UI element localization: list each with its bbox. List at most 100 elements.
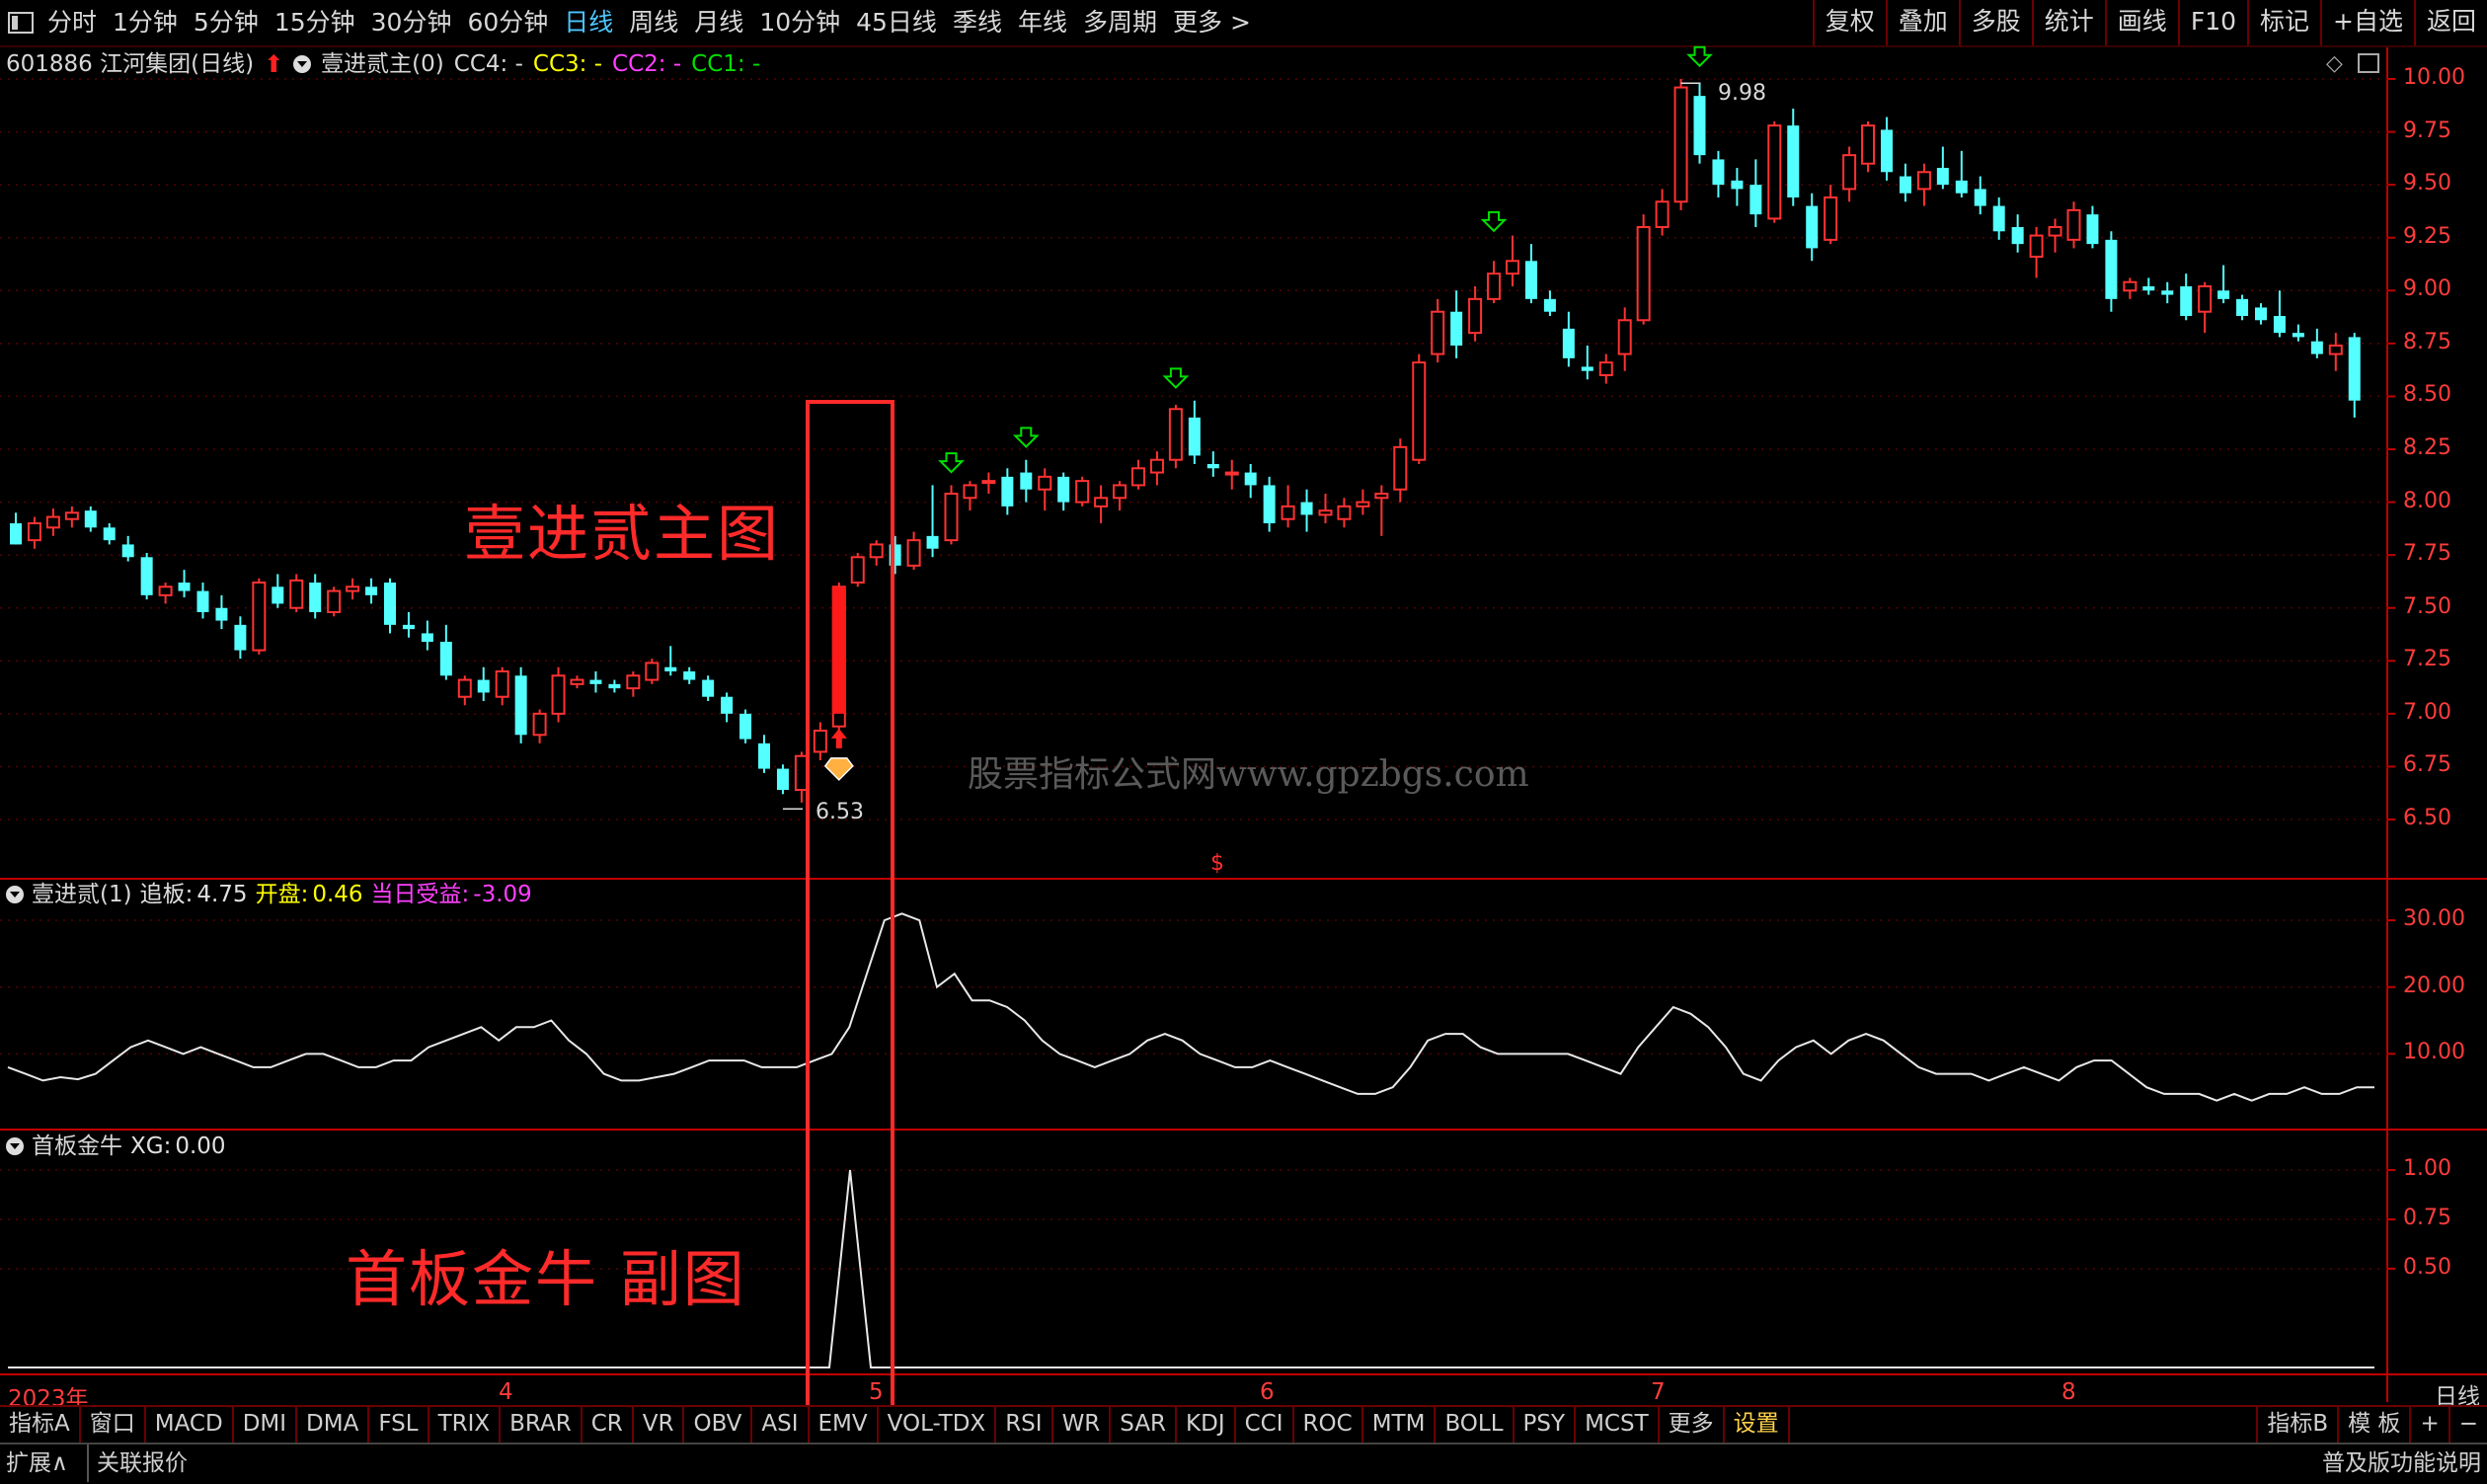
diamond-icon[interactable]: ◇ bbox=[2326, 51, 2343, 76]
candle-body bbox=[1057, 476, 1070, 503]
sub1-name[interactable]: 壹进贰(1) bbox=[32, 880, 132, 909]
candle-body bbox=[869, 543, 884, 559]
tab-boll[interactable]: BOLL bbox=[1436, 1407, 1515, 1443]
sub2-dropdown-icon[interactable] bbox=[6, 1137, 24, 1155]
sub2-tick-label: 0.75 bbox=[2403, 1206, 2451, 1230]
tab-brar[interactable]: BRAR bbox=[501, 1407, 583, 1443]
candle-body bbox=[664, 666, 677, 671]
tab-fsl[interactable]: FSL bbox=[369, 1407, 429, 1443]
tab-window[interactable]: 窗口 bbox=[81, 1407, 146, 1443]
candle-body bbox=[2310, 341, 2323, 354]
candle-body bbox=[2180, 286, 2193, 316]
candle-body bbox=[532, 712, 547, 737]
tab-mtm[interactable]: MTM bbox=[1363, 1407, 1437, 1443]
tab-dma[interactable]: DMA bbox=[297, 1407, 370, 1443]
cc3-value: CC3: - bbox=[532, 51, 603, 77]
diamond-marker-icon bbox=[823, 757, 854, 781]
candle-body bbox=[963, 484, 977, 500]
candle-body bbox=[1767, 124, 1782, 220]
candle-body bbox=[158, 586, 173, 596]
main-chart-annotation: 壹进贰主图 bbox=[464, 498, 781, 570]
sub2-name[interactable]: 首板金牛 bbox=[32, 1132, 122, 1161]
zoom-out-button[interactable]: − bbox=[2450, 1407, 2487, 1443]
candle-body bbox=[252, 582, 267, 652]
sub2-tick-label: 1.00 bbox=[2403, 1156, 2451, 1181]
tab-settings[interactable]: 设置 bbox=[1725, 1407, 1790, 1443]
sub1-dropdown-icon[interactable] bbox=[6, 886, 24, 903]
price-tick-label: 7.75 bbox=[2403, 541, 2451, 567]
indicator-name[interactable]: 壹进贰主(0) bbox=[321, 47, 444, 81]
candle-body bbox=[1955, 180, 1968, 194]
panel-toggle-icon[interactable] bbox=[2358, 53, 2379, 73]
tab-indicator-a[interactable]: 指标A bbox=[0, 1407, 81, 1443]
candle-body bbox=[10, 523, 22, 545]
zhuiban-value: 4.75 bbox=[196, 882, 248, 907]
tab-sar[interactable]: SAR bbox=[1111, 1407, 1178, 1443]
candle-body bbox=[327, 589, 342, 613]
candle-body bbox=[27, 522, 41, 542]
indicator-b-button[interactable]: 指标B bbox=[2256, 1407, 2340, 1443]
candle-body bbox=[421, 633, 433, 642]
candle-body bbox=[926, 535, 939, 549]
indicator-dropdown-icon[interactable] bbox=[293, 55, 312, 73]
dangri-label: 当日受益: bbox=[370, 882, 470, 907]
sub1-tick-label: 30.00 bbox=[2403, 906, 2465, 932]
tab-asi[interactable]: ASI bbox=[752, 1407, 810, 1443]
candle-body bbox=[1562, 328, 1575, 358]
tab-more[interactable]: 更多 bbox=[1660, 1407, 1725, 1443]
watermark: 股票指标公式网www.gpzbgs.com bbox=[968, 754, 1529, 795]
candle-body bbox=[1337, 505, 1352, 520]
xg-label: XG: bbox=[130, 1133, 172, 1159]
candle-body bbox=[1168, 408, 1183, 461]
price-tick-label: 7.25 bbox=[2403, 647, 2451, 672]
up-arrow-icon: ⬆ bbox=[264, 50, 284, 78]
candle-body bbox=[1693, 96, 1706, 156]
help-link[interactable]: 普及版功能说明 bbox=[2322, 1445, 2481, 1482]
tab-cci[interactable]: CCI bbox=[1236, 1407, 1294, 1443]
candle-body bbox=[1731, 180, 1744, 190]
tab-vol-tdx[interactable]: VOL-TDX bbox=[879, 1407, 997, 1443]
tab-psy[interactable]: PSY bbox=[1515, 1407, 1577, 1443]
candle-body bbox=[1281, 505, 1295, 520]
candle-body bbox=[196, 590, 209, 612]
candle-body bbox=[1712, 159, 1725, 186]
candle-body bbox=[1636, 226, 1651, 322]
candle-body bbox=[739, 713, 752, 740]
green-down-arrow-icon bbox=[1686, 45, 1713, 68]
template-button[interactable]: 模 板 bbox=[2339, 1407, 2412, 1443]
candle-body bbox=[2348, 337, 2361, 401]
candle-body bbox=[1581, 366, 1593, 371]
tab-roc[interactable]: ROC bbox=[1294, 1407, 1363, 1443]
tab-rsi[interactable]: RSI bbox=[996, 1407, 1053, 1443]
dangri-value: -3.09 bbox=[473, 882, 532, 907]
candle-body bbox=[477, 679, 490, 693]
date-label-aug: 8 bbox=[2061, 1379, 2076, 1405]
tab-kdj[interactable]: KDJ bbox=[1177, 1407, 1236, 1443]
tab-mcst[interactable]: MCST bbox=[1576, 1407, 1660, 1443]
tab-vr[interactable]: VR bbox=[634, 1407, 685, 1443]
tab-wr[interactable]: WR bbox=[1053, 1407, 1112, 1443]
candle-body bbox=[121, 544, 134, 558]
candle-body bbox=[84, 510, 97, 528]
candle-body bbox=[1468, 297, 1483, 335]
tab-macd[interactable]: MACD bbox=[146, 1407, 234, 1443]
zoom-in-button[interactable]: + bbox=[2411, 1407, 2450, 1443]
tab-trix[interactable]: TRIX bbox=[429, 1407, 502, 1443]
expand-button[interactable]: 扩展∧ bbox=[6, 1445, 68, 1482]
sub1-tick-label: 10.00 bbox=[2403, 1040, 2465, 1065]
tab-dmi[interactable]: DMI bbox=[234, 1407, 298, 1443]
status-bar: 扩展∧ 关联报价 普及版功能说明 bbox=[0, 1443, 2487, 1484]
candle-body bbox=[2011, 227, 2024, 245]
date-label-jun: 6 bbox=[1260, 1379, 1275, 1405]
candle-body bbox=[1356, 501, 1370, 508]
candle-body bbox=[1655, 200, 1670, 229]
tab-cr[interactable]: CR bbox=[583, 1407, 634, 1443]
price-tick-label: 7.50 bbox=[2403, 593, 2451, 619]
tab-obv[interactable]: OBV bbox=[684, 1407, 753, 1443]
price-tick-label: 8.25 bbox=[2403, 435, 2451, 460]
tab-emv[interactable]: EMV bbox=[810, 1407, 879, 1443]
related-quote-button[interactable]: 关联报价 bbox=[87, 1445, 188, 1482]
candle-body bbox=[1487, 273, 1502, 300]
candle-body bbox=[2105, 239, 2118, 299]
price-tick-label: 9.50 bbox=[2403, 171, 2451, 196]
